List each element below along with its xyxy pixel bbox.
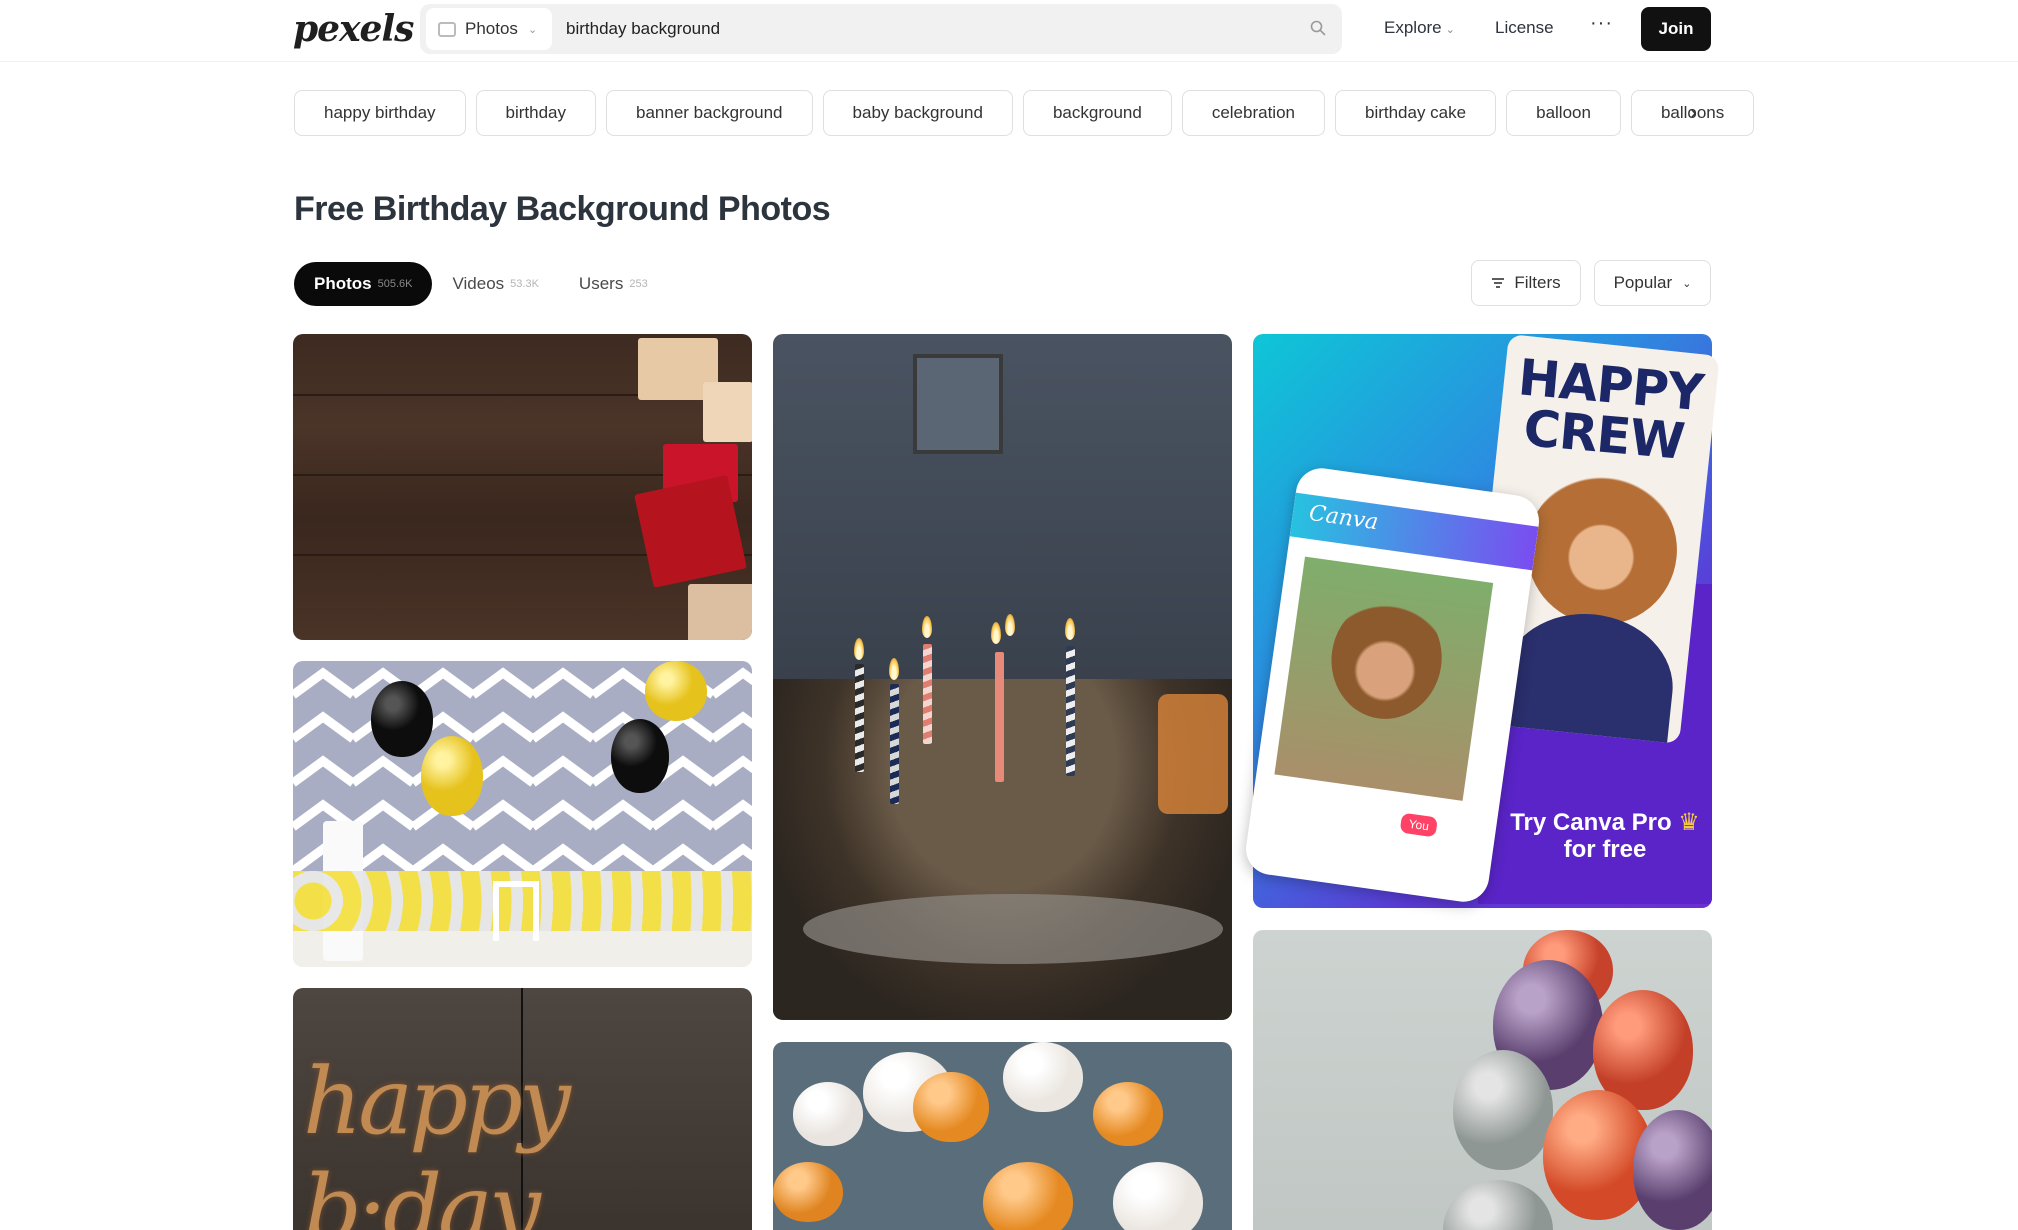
photo-card[interactable]: [773, 1042, 1232, 1230]
candle: [1066, 646, 1075, 776]
wall-frame: [913, 354, 1003, 454]
image-icon: [438, 21, 456, 37]
top-header: pexels Photos ⌄ Explore⌄ License ··· Joi…: [0, 0, 2018, 62]
nav-license[interactable]: License: [1495, 18, 1554, 38]
candle: [890, 684, 899, 804]
chevron-right-icon[interactable]: ›: [1690, 102, 1697, 125]
nav-explore-label: Explore: [1384, 18, 1442, 37]
candle-flame: [1005, 614, 1015, 636]
tag-chip[interactable]: baby background: [822, 90, 1013, 136]
balloon-black: [371, 681, 433, 757]
balloon-purple: [1633, 1110, 1712, 1230]
tab-count: 53.3K: [510, 278, 539, 290]
tag-chip[interactable]: banner background: [606, 90, 813, 136]
ad-poster-portrait: [1519, 467, 1685, 633]
balloon-white: [1003, 1042, 1083, 1112]
filters-button[interactable]: Filters: [1471, 260, 1581, 306]
candle-flame: [854, 638, 864, 660]
nav-explore[interactable]: Explore ⌄: [1384, 18, 1455, 38]
photo-card[interactable]: happy b·day: [293, 988, 752, 1230]
tag-chip[interactable]: birthday: [475, 90, 597, 136]
balloon-gold: [421, 736, 483, 816]
search-input[interactable]: [566, 12, 1266, 46]
balloon-black: [611, 719, 669, 793]
ad-cta[interactable]: Try Canva Pro ♛ for free: [1505, 809, 1705, 863]
tab-photos[interactable]: Photos 505.6K: [294, 262, 433, 306]
tag-chip[interactable]: birthday cake: [1334, 90, 1497, 136]
tab-count: 505.6K: [377, 278, 413, 290]
search-type-label: Photos: [465, 19, 518, 38]
ad-phone-portrait: [1323, 591, 1450, 726]
chevron-down-icon: ⌄: [1682, 277, 1692, 290]
photo-card[interactable]: [293, 334, 752, 640]
candle: [995, 652, 1004, 782]
chevron-down-icon: ⌄: [527, 23, 538, 36]
search-type-dropdown[interactable]: Photos ⌄: [426, 8, 552, 50]
filter-icon: [1492, 278, 1505, 288]
photo-card[interactable]: [293, 661, 752, 967]
tab-users[interactable]: Users 253: [559, 262, 668, 306]
balloon-white: [1113, 1162, 1203, 1230]
orange-object: [1158, 694, 1228, 814]
tab-label: Videos: [452, 274, 505, 293]
more-menu-button[interactable]: ···: [1590, 12, 1613, 35]
ad-phone-photo: [1274, 556, 1494, 801]
balloon-orange: [1093, 1082, 1163, 1146]
search-bar: Photos ⌄: [420, 4, 1342, 54]
search-icon[interactable]: [1310, 20, 1326, 36]
happy-bday-balloon-letters: happy b·day: [303, 1048, 571, 1230]
balloon-gold: [645, 661, 707, 721]
tab-label: Photos: [314, 274, 372, 293]
candle-flame: [991, 622, 1001, 644]
balloon-silver: [1443, 1180, 1553, 1230]
media-tabs: Photos 505.6K Videos 53.3K Users 253: [294, 262, 668, 306]
gift-box: [634, 475, 747, 588]
ad-cta-line2: for free: [1563, 836, 1647, 863]
tag-chip[interactable]: happy birthday: [294, 90, 466, 136]
tab-count: 253: [629, 278, 648, 290]
stool: [493, 881, 539, 941]
chevron-down-icon: ⌄: [1445, 24, 1455, 36]
pexels-logo[interactable]: pexels: [293, 8, 414, 50]
candle: [855, 664, 864, 772]
candle: [923, 644, 932, 744]
crown-icon: ♛: [1678, 809, 1700, 836]
ad-cta-line1: Try Canva Pro: [1510, 809, 1672, 836]
sort-dropdown[interactable]: Popular ⌄: [1594, 260, 1711, 306]
gift-box: [703, 382, 752, 442]
photo-card[interactable]: [773, 334, 1232, 1020]
balloon-white: [793, 1082, 863, 1146]
tag-chip[interactable]: background: [1022, 90, 1172, 136]
tab-videos[interactable]: Videos 53.3K: [432, 262, 558, 306]
candle-flame: [922, 616, 932, 638]
tag-chip[interactable]: celebration: [1181, 90, 1325, 136]
related-tags: happy birthday birthday banner background b…: [294, 90, 1755, 136]
candle-flame: [1065, 618, 1075, 640]
candle-flame: [889, 658, 899, 680]
ad-headline: HAPPY CREW: [1515, 348, 1706, 471]
you-badge: You: [1399, 812, 1439, 838]
tab-label: Users: [578, 274, 624, 293]
doily: [803, 894, 1223, 964]
balloon-silver: [1453, 1050, 1553, 1170]
balloon-orange: [773, 1162, 843, 1222]
balloon-orange: [983, 1162, 1073, 1230]
sort-label: Popular: [1613, 273, 1673, 292]
page-title: Free Birthday Background Photos: [294, 190, 831, 228]
balloon-orange: [913, 1072, 989, 1142]
photo-card[interactable]: [1253, 930, 1712, 1230]
gift-box: [688, 584, 752, 640]
filters-label: Filters: [1514, 273, 1561, 292]
join-button[interactable]: Join: [1641, 7, 1711, 51]
tag-chip[interactable]: balloon: [1506, 90, 1621, 136]
